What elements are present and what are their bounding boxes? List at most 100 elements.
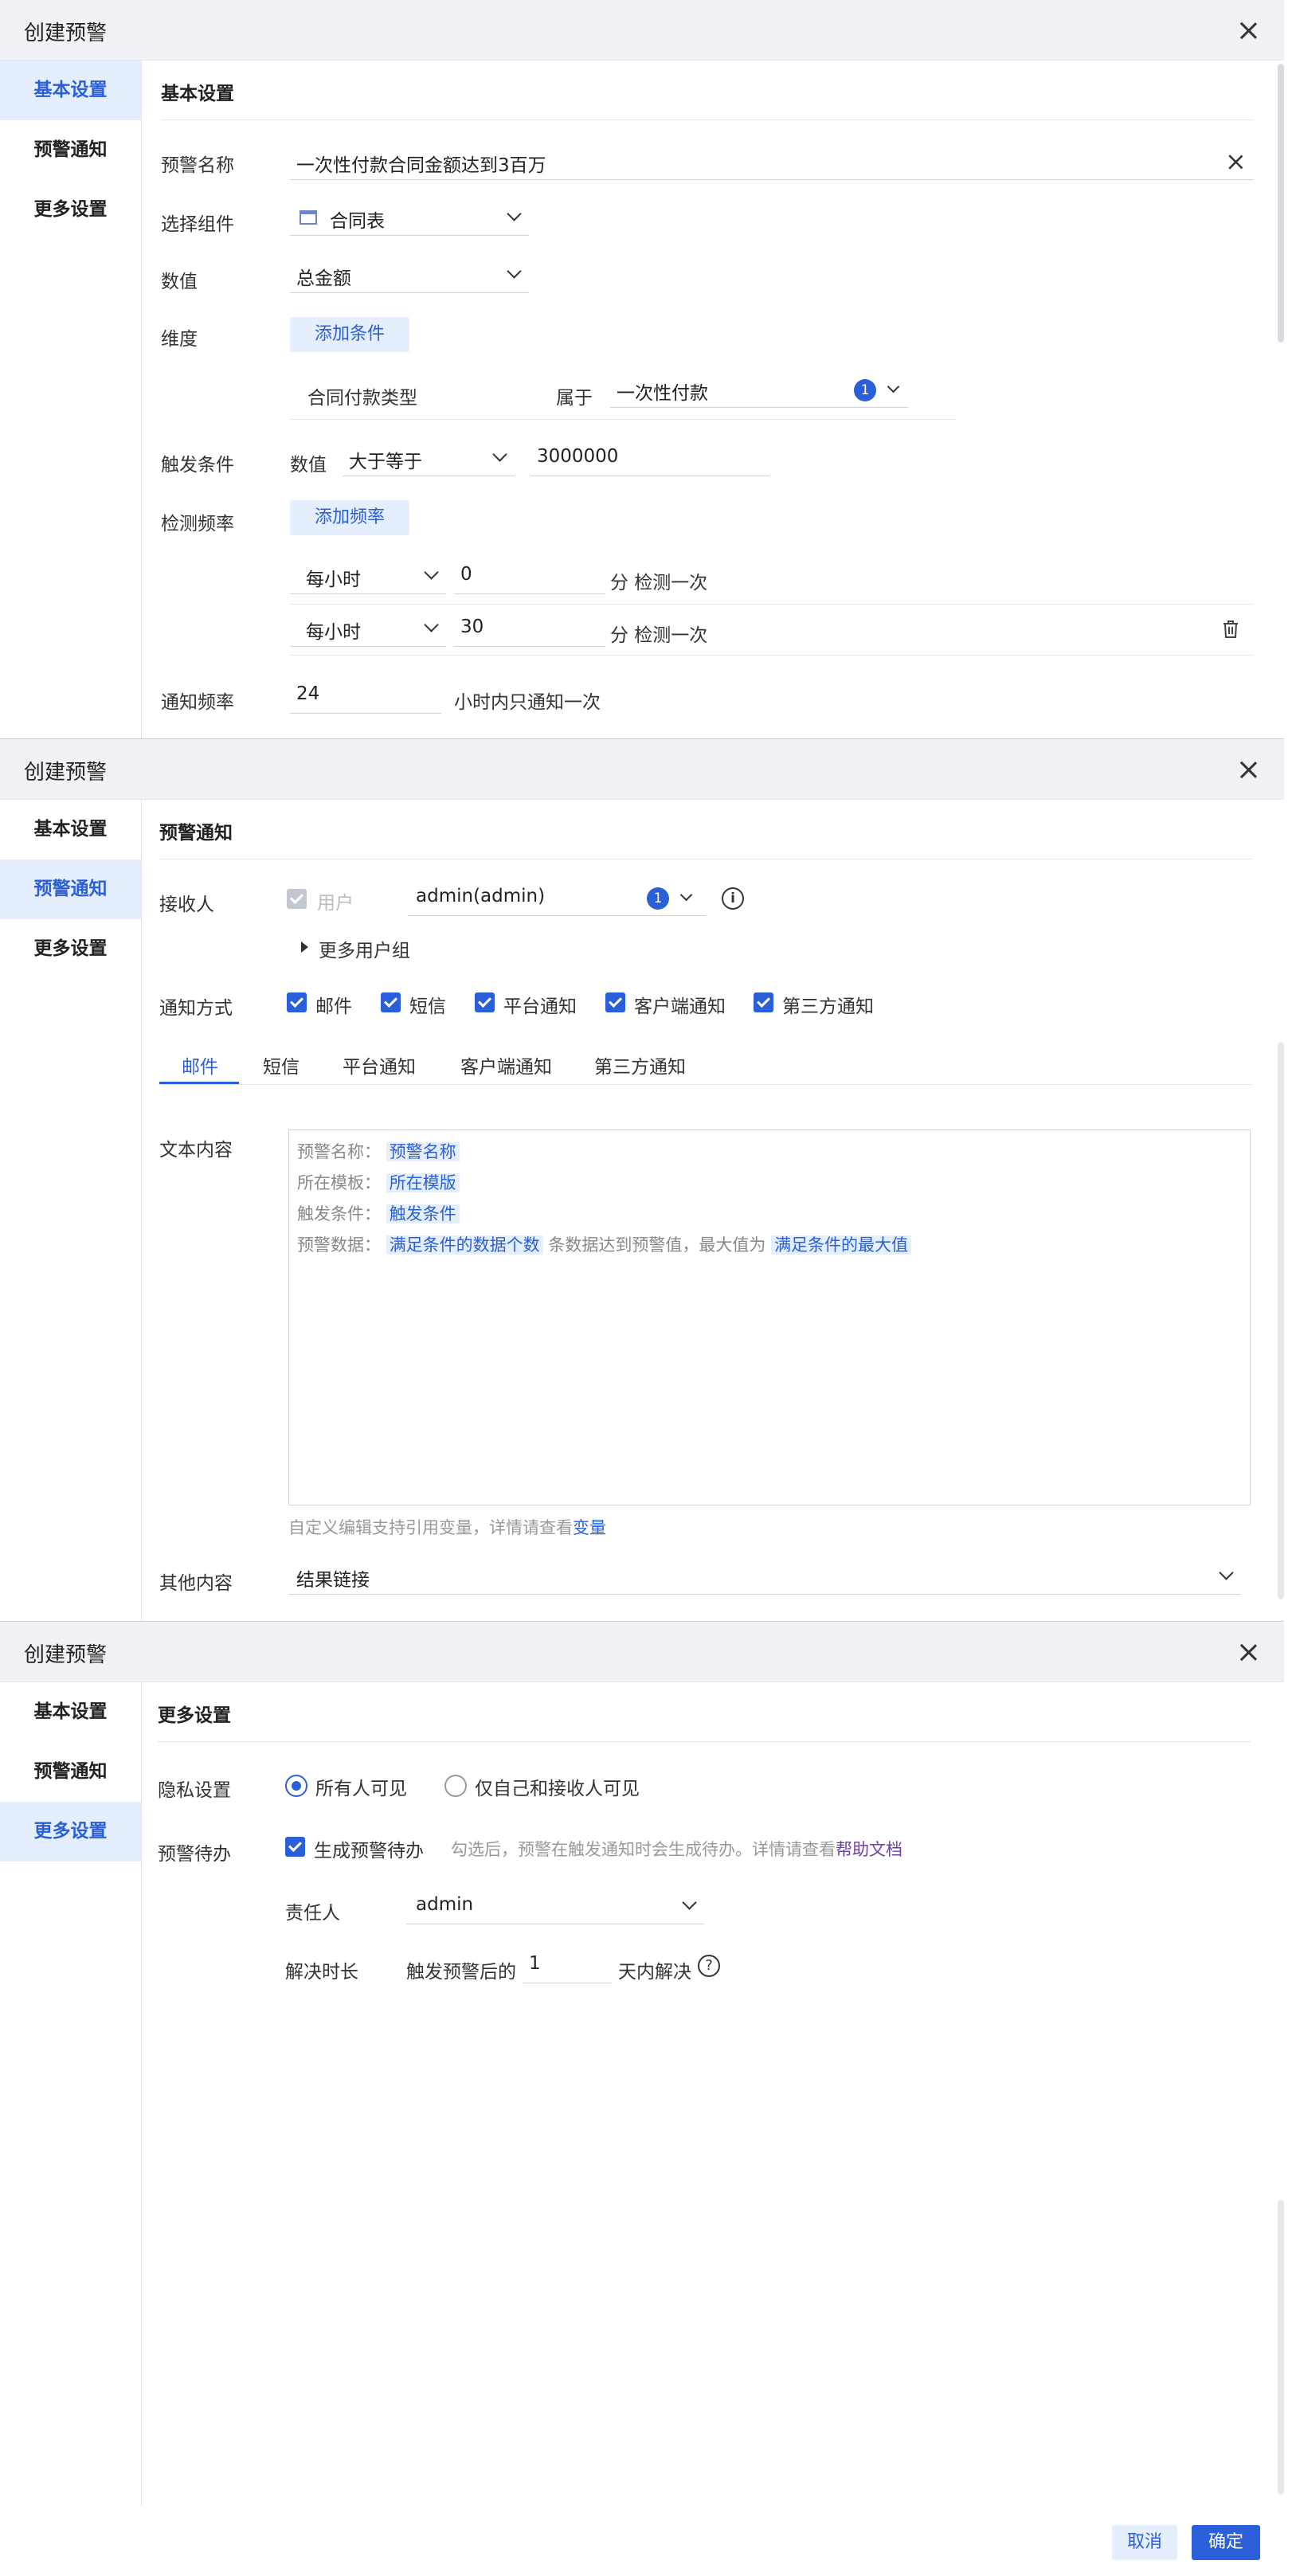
- variable-tag[interactable]: 预警名称: [386, 1142, 460, 1161]
- notify-freq-suffix: 小时内只通知一次: [454, 692, 601, 713]
- clear-icon[interactable]: [1228, 155, 1243, 170]
- todo-checkbox-label: 生成预警待办: [314, 1841, 424, 1862]
- variable-tag[interactable]: 满足条件的最大值: [771, 1235, 912, 1255]
- nav-more[interactable]: 更多设置: [0, 180, 141, 240]
- component-label: 选择组件: [161, 214, 234, 235]
- name-input[interactable]: 一次性付款合同金额达到3百万: [290, 147, 1254, 180]
- nav-basic[interactable]: 基本设置: [0, 61, 141, 120]
- freq-minute-input[interactable]: 0: [454, 561, 605, 594]
- method-checkbox-email[interactable]: [287, 992, 307, 1012]
- count-badge: 1: [647, 887, 669, 910]
- method-label-sms: 短信: [409, 996, 446, 1017]
- dialog-title: 创建预警: [24, 1643, 108, 1667]
- value-label: 数值: [161, 272, 198, 292]
- owner-select[interactable]: admin: [406, 1891, 704, 1924]
- close-icon[interactable]: [1239, 761, 1257, 778]
- variable-tag[interactable]: 所在模版: [386, 1173, 460, 1192]
- freq-period-select[interactable]: 每小时: [290, 613, 446, 647]
- variable-hint: 自定义编辑支持引用变量，详情请查看变量: [288, 1518, 606, 1537]
- nav-basic[interactable]: 基本设置: [0, 1682, 141, 1742]
- section-title: 更多设置: [158, 1705, 231, 1726]
- section-title: 基本设置: [161, 84, 234, 104]
- method-checkbox-platform[interactable]: [475, 992, 495, 1012]
- nav-more[interactable]: 更多设置: [0, 919, 141, 979]
- freq-suffix: 分 检测一次: [610, 573, 708, 593]
- method-label-thirdparty: 第三方通知: [782, 996, 874, 1017]
- freq-label: 检测频率: [161, 514, 234, 534]
- receiver-select[interactable]: admin(admin) 1: [408, 883, 706, 916]
- tab-sms[interactable]: 短信: [263, 1051, 300, 1079]
- nav-notice[interactable]: 预警通知: [0, 1742, 141, 1802]
- text-line: 所在模板： 所在模版: [297, 1168, 1242, 1199]
- sidebar: 基本设置 预警通知 更多设置: [0, 800, 142, 1621]
- sidebar: 基本设置 预警通知 更多设置: [0, 1682, 142, 2506]
- trash-icon[interactable]: [1222, 620, 1239, 639]
- trigger-label: 触发条件: [161, 455, 234, 476]
- variable-link[interactable]: 变量: [573, 1518, 606, 1537]
- nav-basic[interactable]: 基本设置: [0, 800, 141, 859]
- method-label-client: 客户端通知: [634, 996, 726, 1017]
- condition-operator: 属于: [556, 388, 593, 409]
- name-label: 预警名称: [161, 155, 234, 176]
- value-select[interactable]: 总金额: [290, 260, 529, 293]
- scrollbar[interactable]: [1278, 1042, 1284, 1599]
- component-select[interactable]: 合同表: [290, 202, 529, 236]
- trigger-prefix: 数值: [290, 455, 327, 476]
- table-icon: [300, 210, 317, 225]
- privacy-all-radio[interactable]: [285, 1775, 307, 1797]
- ok-button[interactable]: 确定: [1192, 2525, 1260, 2560]
- dimension-label: 维度: [161, 329, 198, 350]
- cancel-button[interactable]: 取消: [1112, 2525, 1177, 2560]
- text-content-editor[interactable]: 预警名称： 预警名称 所在模板： 所在模版 触发条件： 触发条件 预警数据： 满…: [288, 1129, 1251, 1505]
- freq-minute-input[interactable]: 30: [454, 613, 605, 647]
- tab-email[interactable]: 邮件: [182, 1051, 218, 1079]
- nav-notice[interactable]: 预警通知: [0, 120, 141, 180]
- dialog-header: 创建预警: [0, 739, 1284, 800]
- text-line: 预警名称： 预警名称: [297, 1137, 1242, 1168]
- freq-period-select[interactable]: 每小时: [290, 561, 446, 594]
- tab-active-indicator: [159, 1082, 239, 1084]
- close-icon[interactable]: [1239, 1643, 1257, 1661]
- other-content-select[interactable]: 结果链接: [288, 1561, 1241, 1595]
- method-checkbox-thirdparty[interactable]: [754, 992, 773, 1012]
- notify-freq-input[interactable]: 24: [290, 680, 441, 714]
- channel-tabs: 邮件 短信 平台通知 客户端通知 第三方通知: [159, 1045, 1252, 1085]
- tab-platform[interactable]: 平台通知: [343, 1051, 416, 1079]
- privacy-self-radio[interactable]: [444, 1775, 467, 1797]
- dialog-header: 创建预警: [0, 0, 1284, 61]
- add-condition-button[interactable]: 添加条件: [290, 317, 409, 352]
- add-frequency-button[interactable]: 添加频率: [290, 500, 409, 535]
- privacy-self-label: 仅自己和接收人可见: [475, 1779, 640, 1799]
- help-icon[interactable]: ?: [698, 1955, 720, 1977]
- duration-suffix: 天内解决: [618, 1962, 691, 1983]
- method-label-platform: 平台通知: [503, 996, 577, 1017]
- more-groups-toggle[interactable]: 更多用户组: [319, 935, 410, 962]
- dialog-header: 创建预警: [0, 1622, 1284, 1682]
- chevron-down-icon: [887, 380, 900, 393]
- method-checkbox-sms[interactable]: [381, 992, 401, 1012]
- duration-input[interactable]: 1: [523, 1950, 612, 1983]
- notify-freq-label: 通知频率: [161, 692, 234, 713]
- tab-client[interactable]: 客户端通知: [460, 1051, 552, 1079]
- sidebar: 基本设置 预警通知 更多设置: [0, 61, 142, 738]
- method-label: 通知方式: [159, 998, 233, 1019]
- dialog-title: 创建预警: [24, 22, 108, 45]
- owner-label: 责任人: [285, 1903, 340, 1924]
- trigger-operator-select[interactable]: 大于等于: [343, 443, 515, 476]
- variable-tag[interactable]: 满足条件的数据个数: [386, 1235, 543, 1255]
- scrollbar[interactable]: [1278, 2200, 1284, 2495]
- condition-value-select[interactable]: 一次性付款 1: [610, 374, 908, 408]
- nav-notice[interactable]: 预警通知: [0, 859, 141, 919]
- method-checkbox-client[interactable]: [605, 992, 625, 1012]
- scrollbar[interactable]: [1278, 64, 1284, 343]
- info-icon[interactable]: i: [722, 887, 744, 910]
- variable-tag[interactable]: 触发条件: [386, 1204, 460, 1223]
- tab-thirdparty[interactable]: 第三方通知: [594, 1051, 686, 1079]
- user-checkbox[interactable]: [287, 889, 307, 909]
- trigger-value-input[interactable]: 3000000: [531, 443, 769, 476]
- todo-checkbox[interactable]: [285, 1837, 305, 1857]
- nav-more[interactable]: 更多设置: [0, 1802, 141, 1862]
- help-doc-link[interactable]: 帮助文档: [836, 1840, 902, 1859]
- close-icon[interactable]: [1239, 22, 1257, 39]
- condition-field: 合同付款类型: [307, 388, 417, 409]
